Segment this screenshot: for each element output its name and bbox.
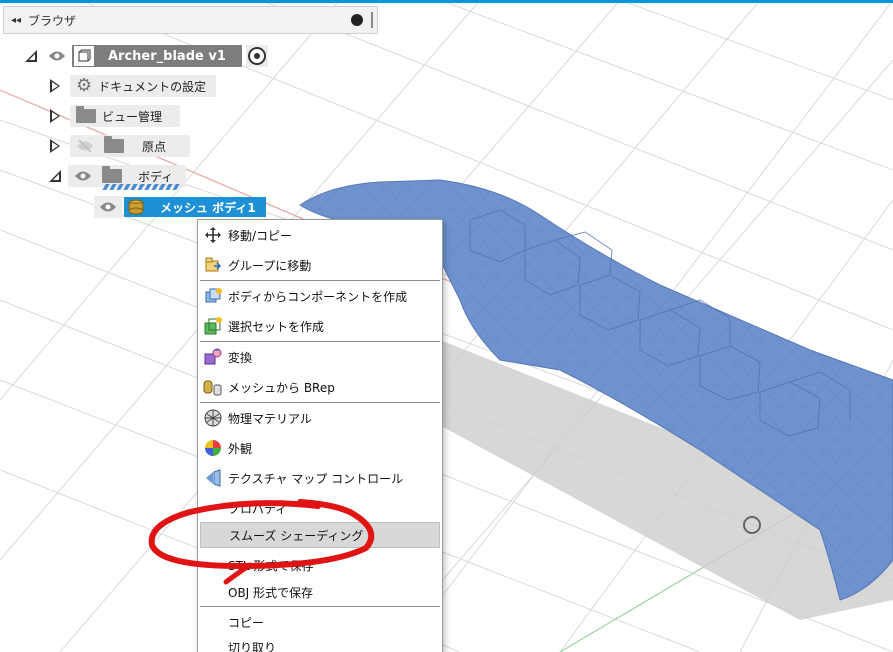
pin-icon[interactable] xyxy=(351,14,363,26)
create-component-icon xyxy=(202,285,224,307)
menu-separator xyxy=(200,341,440,342)
menu-item-save-as-obj[interactable]: OBJ 形式で保存 xyxy=(200,579,440,605)
mesh-to-brep-icon xyxy=(202,376,224,398)
menu-item-label: ボディからコンポーネントを作成 xyxy=(228,289,408,304)
menu-item-create-component[interactable]: ボディからコンポーネントを作成 xyxy=(200,283,440,309)
tree-row-root[interactable]: Archer_blade v1 xyxy=(22,44,268,68)
mesh-body-chip[interactable]: メッシュ ボディ1 xyxy=(124,197,266,217)
activate-component-button[interactable] xyxy=(245,45,268,67)
menu-separator xyxy=(200,280,440,281)
hidden-eye-icon[interactable] xyxy=(76,139,94,153)
tree-row-mesh-body[interactable]: メッシュ ボディ1 xyxy=(94,195,266,219)
folder-icon xyxy=(76,106,96,123)
activate-radio-icon xyxy=(247,47,266,65)
move-icon xyxy=(202,224,224,246)
origin-chip[interactable]: 原点 xyxy=(70,135,190,157)
physical-material-icon xyxy=(202,407,224,429)
convert-icon xyxy=(202,346,224,368)
collapse-panel-button[interactable]: ◂◂ xyxy=(4,15,28,26)
folder-icon xyxy=(102,166,122,183)
gear-icon: ⚙ xyxy=(76,75,93,96)
menu-item-copy[interactable]: コピー xyxy=(200,609,440,635)
menu-item-label: スムーズ シェーディング xyxy=(229,528,364,543)
origin-label: 原点 xyxy=(142,139,167,154)
visibility-eye-icon[interactable] xyxy=(94,196,122,218)
menu-item-properties[interactable]: プロパティ xyxy=(200,495,440,521)
view-management-chip[interactable]: ビュー管理 xyxy=(70,105,180,127)
component-icon xyxy=(74,46,94,66)
selection-dash-indicator xyxy=(102,184,182,190)
appearance-icon xyxy=(202,437,224,459)
tree-row-origin[interactable]: 原点 xyxy=(46,134,190,158)
tree-row-document-settings[interactable]: ⚙ ドキュメントの設定 xyxy=(46,74,216,98)
root-component-chip[interactable]: Archer_blade v1 xyxy=(72,45,242,67)
menu-item-create-selection-set[interactable]: 選択セットを作成 xyxy=(200,313,440,339)
menu-item-move-copy[interactable]: 移動/コピー xyxy=(200,222,440,248)
tree-row-view-management[interactable]: ビュー管理 xyxy=(46,104,180,128)
menu-item-label: メッシュから BRep xyxy=(228,380,335,395)
menu-item-texture-map-controls[interactable]: テクスチャ マップ コントロール xyxy=(200,465,440,491)
menu-item-label: 切り取り xyxy=(228,640,277,652)
menu-item-label: 選択セットを作成 xyxy=(228,319,325,334)
selection-set-icon xyxy=(202,315,224,337)
context-menu: 移動/コピー グループに移動 ボディからコンポーネントを作成 選択セットを作成 … xyxy=(197,219,443,652)
group-move-icon xyxy=(202,254,224,276)
menu-item-move-to-group[interactable]: グループに移動 xyxy=(200,252,440,278)
panel-grip-icon[interactable] xyxy=(371,12,373,28)
collapse-bodies-icon[interactable] xyxy=(46,166,64,186)
menu-item-convert[interactable]: 変換 xyxy=(200,344,440,370)
mesh-body-icon xyxy=(126,198,146,216)
menu-item-label: STL 形式で保存 xyxy=(228,558,314,573)
menu-item-appearance[interactable]: 外観 xyxy=(200,435,440,461)
visibility-eye-icon[interactable] xyxy=(46,45,68,67)
expand-view-management-icon[interactable] xyxy=(46,106,64,126)
menu-item-save-as-stl[interactable]: STL 形式で保存 xyxy=(200,552,440,578)
menu-item-cut[interactable]: 切り取り xyxy=(200,634,440,652)
browser-title: ブラウザ xyxy=(28,13,77,28)
texture-map-icon xyxy=(202,467,224,489)
menu-item-label: 移動/コピー xyxy=(228,228,293,243)
menu-item-label: OBJ 形式で保存 xyxy=(228,585,314,600)
menu-item-physical-material[interactable]: 物理マテリアル xyxy=(200,405,440,431)
menu-separator xyxy=(200,606,440,607)
document-settings-chip[interactable]: ⚙ ドキュメントの設定 xyxy=(70,75,216,97)
menu-item-mesh-to-brep[interactable]: メッシュから BRep xyxy=(200,374,440,400)
top-accent-bar xyxy=(0,0,893,3)
menu-item-label: 外観 xyxy=(228,441,253,456)
menu-item-label: 変換 xyxy=(228,350,253,365)
menu-item-label: 物理マテリアル xyxy=(228,411,312,426)
expand-origin-icon[interactable] xyxy=(46,136,64,156)
document-settings-label: ドキュメントの設定 xyxy=(98,79,207,94)
view-management-label: ビュー管理 xyxy=(102,109,163,124)
menu-item-label: コピー xyxy=(228,615,265,630)
bodies-label: ボディ xyxy=(138,169,174,184)
visibility-eye-icon[interactable] xyxy=(74,170,92,182)
browser-panel-header: ◂◂ ブラウザ xyxy=(3,6,378,34)
menu-separator xyxy=(200,402,440,403)
menu-item-smooth-shading[interactable]: スムーズ シェーディング xyxy=(200,522,440,548)
folder-icon xyxy=(104,136,124,153)
mesh-body-label: メッシュ ボディ1 xyxy=(160,200,256,215)
collapse-root-icon[interactable] xyxy=(22,46,40,66)
menu-item-label: テクスチャ マップ コントロール xyxy=(228,471,404,486)
menu-item-label: プロパティ xyxy=(228,501,288,516)
menu-item-label: グループに移動 xyxy=(228,258,312,273)
expand-document-settings-icon[interactable] xyxy=(46,76,64,96)
root-component-label: Archer_blade v1 xyxy=(94,46,240,66)
